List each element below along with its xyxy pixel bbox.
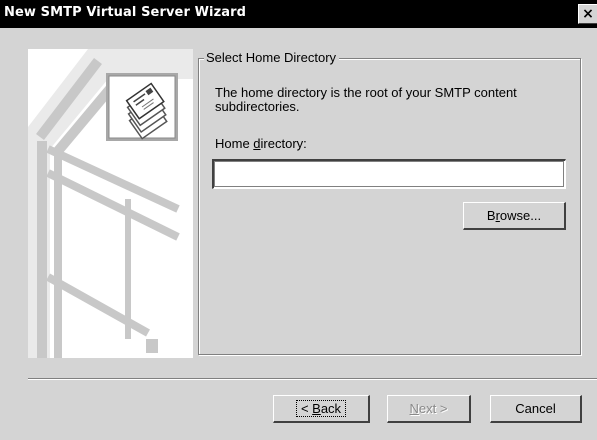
back-button[interactable]: < Back: [273, 395, 370, 423]
separator-line: [28, 378, 597, 380]
home-directory-label: Home directory:: [215, 136, 307, 151]
browse-button[interactable]: Br owse...: [463, 202, 566, 230]
description-text: The home directory is the root of your S…: [215, 85, 517, 114]
server-illustration: [28, 49, 193, 358]
window-title: New SMTP Virtual Server Wizard: [4, 5, 247, 20]
next-button[interactable]: Next >: [387, 395, 471, 423]
home-directory-input[interactable]: [212, 159, 566, 189]
back-button-label: < Back: [295, 400, 347, 417]
title-bar[interactable]: New SMTP Virtual Server Wizard ×: [0, 0, 597, 28]
cancel-button[interactable]: Cancel: [490, 395, 582, 423]
wizard-illustration: [28, 49, 193, 358]
close-icon: ×: [582, 6, 594, 22]
section-title: Select Home Directory: [204, 49, 340, 66]
close-button[interactable]: ×: [578, 4, 597, 24]
